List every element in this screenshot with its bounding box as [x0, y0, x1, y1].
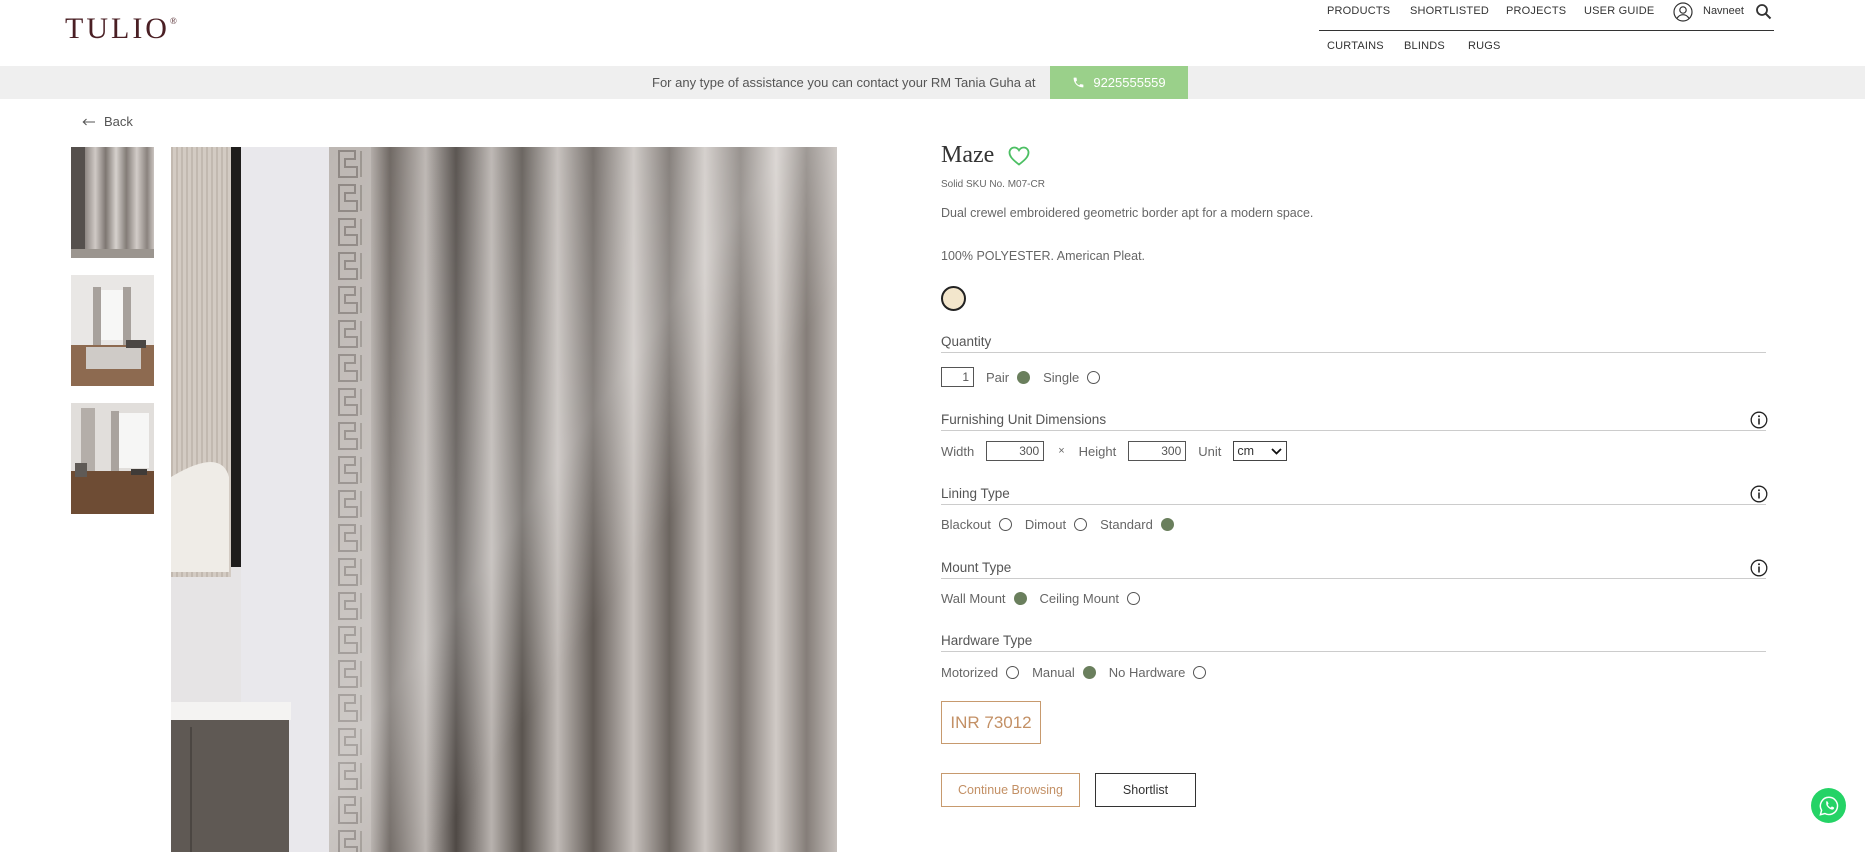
no-hardware-radio[interactable] — [1193, 665, 1207, 679]
product-material: 100% POLYESTER. American Pleat. — [941, 249, 1146, 263]
continue-browsing-button[interactable]: Continue Browsing — [941, 773, 1080, 807]
nav-rugs[interactable]: RUGS — [1468, 40, 1501, 52]
phone-number: 9225555559 — [1093, 75, 1166, 90]
dimensions-title: Furnishing Unit Dimensions — [941, 412, 1107, 427]
width-input[interactable] — [986, 441, 1045, 461]
ceiling-mount-radio[interactable] — [1127, 591, 1141, 605]
height-label: Height — [1078, 443, 1117, 459]
product-description: Dual crewel embroidered geometric border… — [941, 206, 1314, 220]
unit-select[interactable]: cm — [1233, 441, 1288, 461]
width-label: Width — [941, 443, 975, 459]
ceiling-mount-label: Ceiling Mount — [1039, 590, 1120, 606]
info-icon[interactable] — [1750, 485, 1768, 503]
single-label: Single — [1043, 369, 1080, 385]
user-icon[interactable] — [1673, 2, 1693, 22]
nav-blinds[interactable]: BLINDS — [1404, 40, 1445, 52]
search-icon[interactable] — [1755, 3, 1772, 20]
product-main-image[interactable] — [171, 147, 837, 852]
assistance-text: For any type of assistance you can conta… — [652, 75, 1036, 90]
motorized-radio[interactable] — [1006, 665, 1020, 679]
quantity-input[interactable] — [941, 367, 974, 387]
info-icon[interactable] — [1750, 559, 1768, 577]
hardware-row: Motorized Manual No Hardware — [941, 661, 1219, 683]
thumbnail-1[interactable] — [71, 147, 154, 258]
times-sign: × — [1058, 445, 1065, 457]
shortlist-button[interactable]: Shortlist — [1095, 773, 1196, 807]
assistance-bar: For any type of assistance you can conta… — [0, 66, 1865, 99]
top-nav: PRODUCTS SHORTLISTED PROJECTS USER GUIDE… — [1319, 0, 1774, 31]
phone-button[interactable]: 9225555559 — [1050, 66, 1188, 99]
pair-label: Pair — [986, 369, 1010, 385]
motorized-label: Motorized — [941, 664, 999, 680]
nav-products[interactable]: PRODUCTS — [1327, 5, 1390, 17]
thumbnail-3[interactable] — [71, 403, 154, 514]
wall-mount-radio[interactable] — [1013, 591, 1027, 605]
nav-curtains[interactable]: CURTAINS — [1327, 40, 1384, 52]
user-name[interactable]: Navneet — [1703, 5, 1744, 17]
dimensions-section: Furnishing Unit Dimensions — [941, 411, 1768, 431]
mount-section: Mount Type — [941, 559, 1768, 579]
heart-icon[interactable] — [1008, 146, 1030, 166]
whatsapp-glyph-icon — [1818, 796, 1838, 816]
phone-icon — [1073, 77, 1084, 88]
product-sku: Solid SKU No. M07-CR — [941, 179, 1045, 190]
quantity-row: Pair Single — [941, 366, 1113, 388]
price-box: INR 73012 — [941, 701, 1041, 744]
lining-row: Blackout Dimout Standard — [941, 513, 1187, 535]
pair-radio[interactable] — [1017, 370, 1031, 384]
back-label: Back — [104, 114, 133, 129]
mount-title: Mount Type — [941, 560, 1012, 575]
arrow-left-icon — [82, 118, 95, 125]
quantity-title: Quantity — [941, 334, 992, 349]
hardware-section: Hardware Type — [941, 633, 1766, 652]
thumbnail-2[interactable] — [71, 275, 154, 386]
nav-user-guide[interactable]: USER GUIDE — [1584, 5, 1654, 17]
single-radio[interactable] — [1087, 370, 1101, 384]
unit-value: cm — [1237, 444, 1255, 458]
whatsapp-icon[interactable] — [1811, 788, 1846, 823]
nav-projects[interactable]: PROJECTS — [1506, 5, 1566, 17]
standard-label: Standard — [1100, 516, 1153, 532]
lining-section: Lining Type — [941, 485, 1768, 505]
no-hardware-label: No Hardware — [1108, 664, 1186, 680]
info-icon[interactable] — [1750, 411, 1768, 429]
wall-mount-label: Wall Mount — [941, 590, 1006, 606]
dimout-label: Dimout — [1024, 516, 1067, 532]
dimout-radio[interactable] — [1074, 517, 1088, 531]
tulio-logo[interactable]: TULIO® — [65, 12, 177, 46]
chevron-down-icon — [1271, 447, 1283, 455]
quantity-section: Quantity — [941, 334, 1766, 353]
unit-label: Unit — [1198, 443, 1222, 459]
mount-row: Wall Mount Ceiling Mount — [941, 587, 1153, 609]
dimensions-row: Width × Height Unit cm — [941, 440, 1288, 462]
standard-radio[interactable] — [1160, 517, 1174, 531]
site-header: TULIO® PRODUCTS SHORTLISTED PROJECTS USE… — [0, 0, 1865, 66]
hardware-title: Hardware Type — [941, 633, 1033, 648]
manual-label: Manual — [1032, 664, 1075, 680]
blackout-radio[interactable] — [998, 517, 1012, 531]
nav-shortlisted[interactable]: SHORTLISTED — [1410, 5, 1489, 17]
blackout-label: Blackout — [941, 516, 991, 532]
back-link[interactable]: Back — [82, 114, 133, 129]
manual-radio[interactable] — [1082, 665, 1096, 679]
color-swatch[interactable] — [941, 286, 966, 311]
product-title: Maze — [941, 142, 995, 168]
height-input[interactable] — [1128, 441, 1187, 461]
lining-title: Lining Type — [941, 486, 1010, 501]
